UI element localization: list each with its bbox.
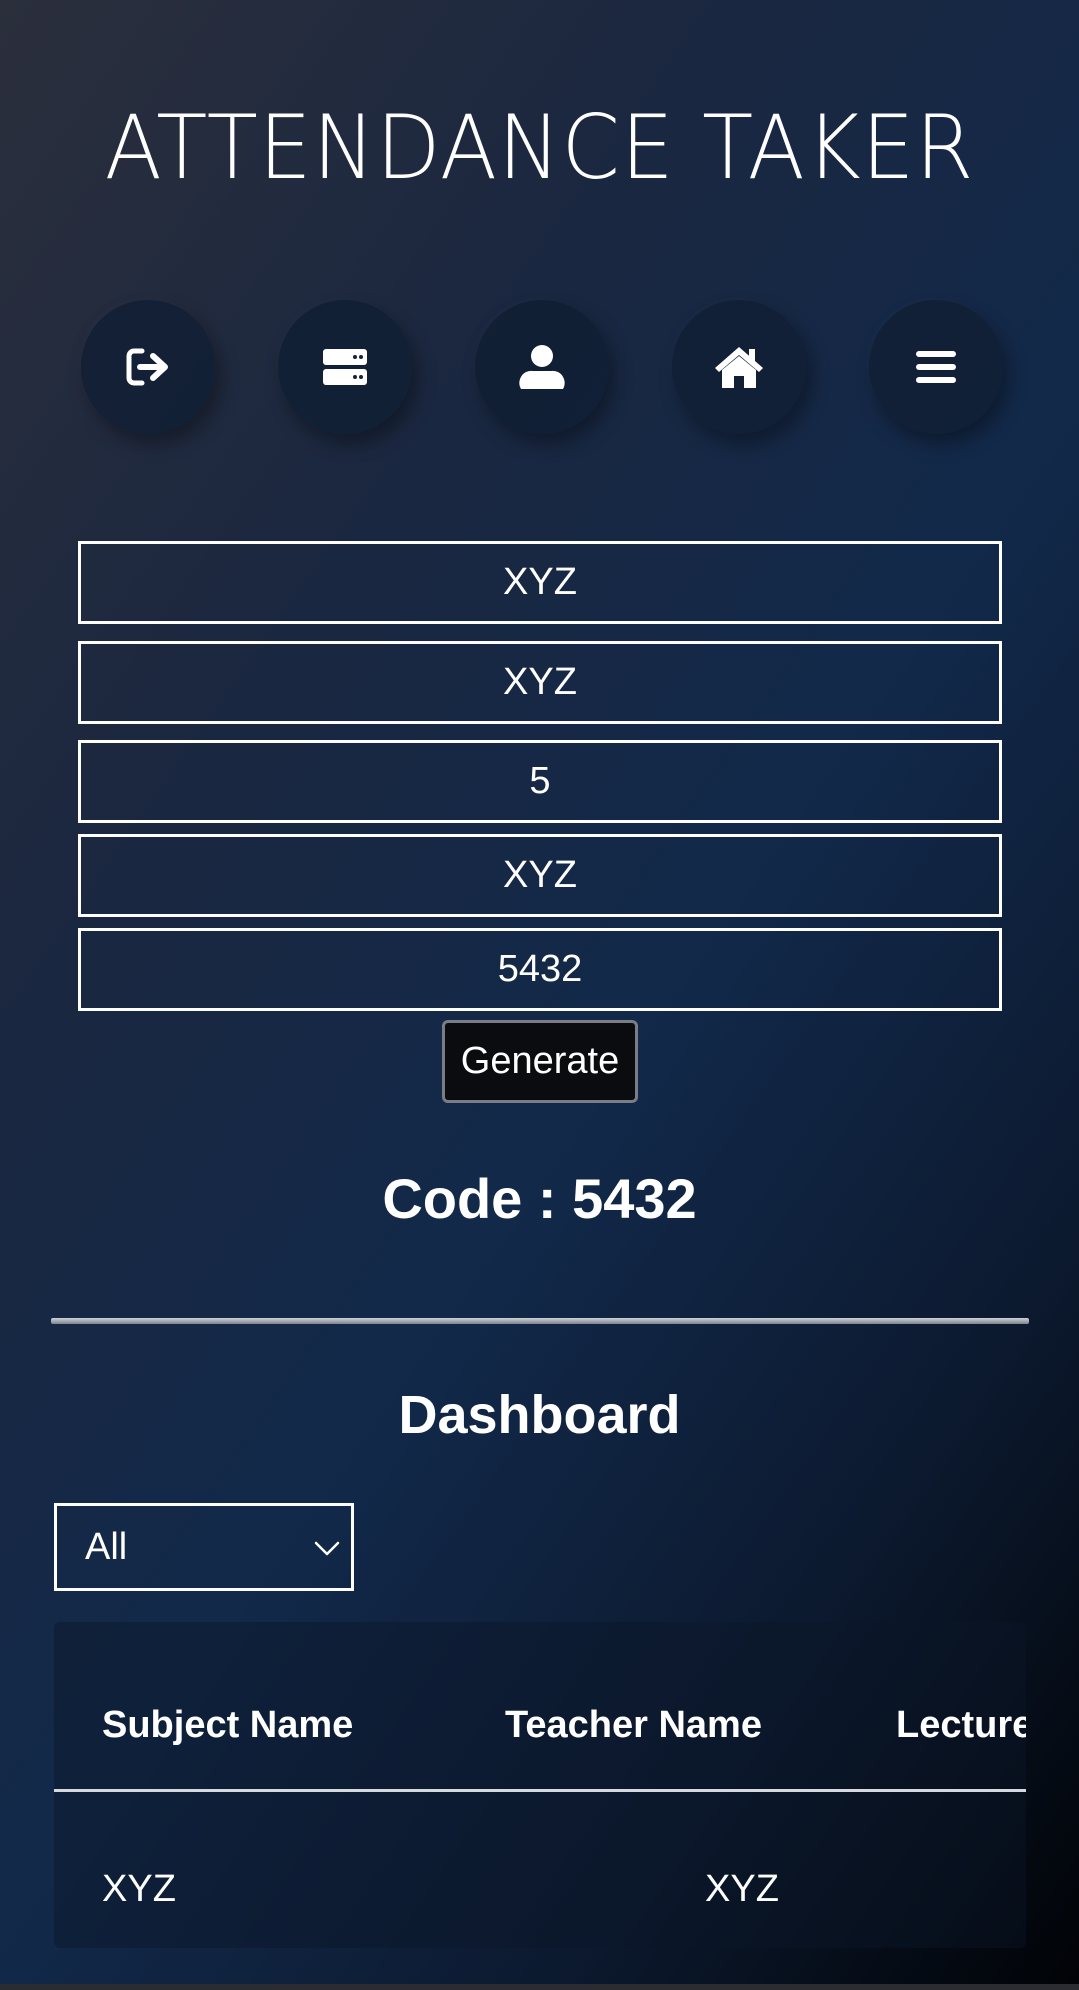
menu-button[interactable] (869, 300, 1003, 434)
home-button[interactable] (672, 300, 806, 434)
sign-out-icon (126, 348, 168, 386)
teacher-field[interactable]: XYZ (78, 641, 1002, 724)
divider (51, 1318, 1029, 1324)
lecture-number-field[interactable]: 5 (78, 740, 1002, 823)
dashboard-title: Dashboard (398, 1385, 681, 1445)
filter-select-value: All (85, 1526, 128, 1568)
nav-bar (0, 300, 1079, 434)
table-cell-subject: XYZ (102, 1868, 176, 1910)
server-icon (323, 349, 367, 385)
menu-icon (916, 351, 956, 383)
header-row-divider (54, 1789, 1026, 1792)
column-header-subject[interactable]: Subject Name (102, 1704, 353, 1747)
generate-button[interactable]: Generate (442, 1020, 638, 1103)
server-button[interactable] (278, 300, 412, 434)
code-field[interactable]: 5432 (78, 928, 1002, 1011)
profile-button[interactable] (475, 300, 609, 434)
table-cell-teacher: XYZ (705, 1868, 779, 1910)
class-field[interactable]: XYZ (78, 834, 1002, 917)
attendance-table: Subject Name Teacher Name Lecture XYZ XY… (54, 1622, 1026, 1948)
subject-field[interactable]: XYZ (78, 541, 1002, 624)
chevron-down-icon (314, 1541, 340, 1556)
home-icon (715, 347, 763, 388)
generated-code: Code : 5432 (382, 1167, 697, 1230)
column-header-teacher[interactable]: Teacher Name (505, 1704, 762, 1747)
page-title: ATTENDANCE TAKER (104, 96, 975, 199)
filter-select[interactable]: All (54, 1503, 354, 1591)
user-icon (519, 345, 565, 389)
bottom-edge (0, 1984, 1079, 1990)
sign-out-button[interactable] (81, 300, 215, 434)
column-header-lecture[interactable]: Lecture (896, 1704, 1026, 1747)
